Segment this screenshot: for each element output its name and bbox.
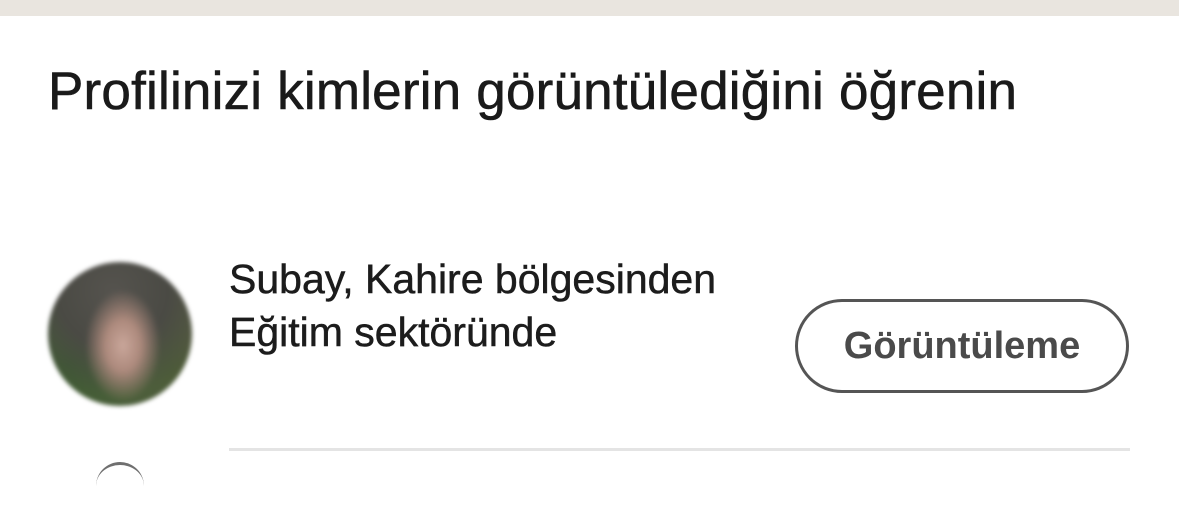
top-strip xyxy=(0,0,1179,16)
page-title: Profilinizi kimlerin görüntülediğini öğr… xyxy=(48,62,1018,122)
avatar[interactable] xyxy=(48,262,192,406)
divider xyxy=(229,448,1130,451)
list-item[interactable]: Subay, Kahire bölgesinden Eğitim sektörü… xyxy=(0,250,1179,430)
viewer-description: Subay, Kahire bölgesinden Eğitim sektörü… xyxy=(229,256,717,356)
avatar[interactable] xyxy=(96,462,144,510)
view-button[interactable]: Görüntüleme xyxy=(795,299,1129,393)
